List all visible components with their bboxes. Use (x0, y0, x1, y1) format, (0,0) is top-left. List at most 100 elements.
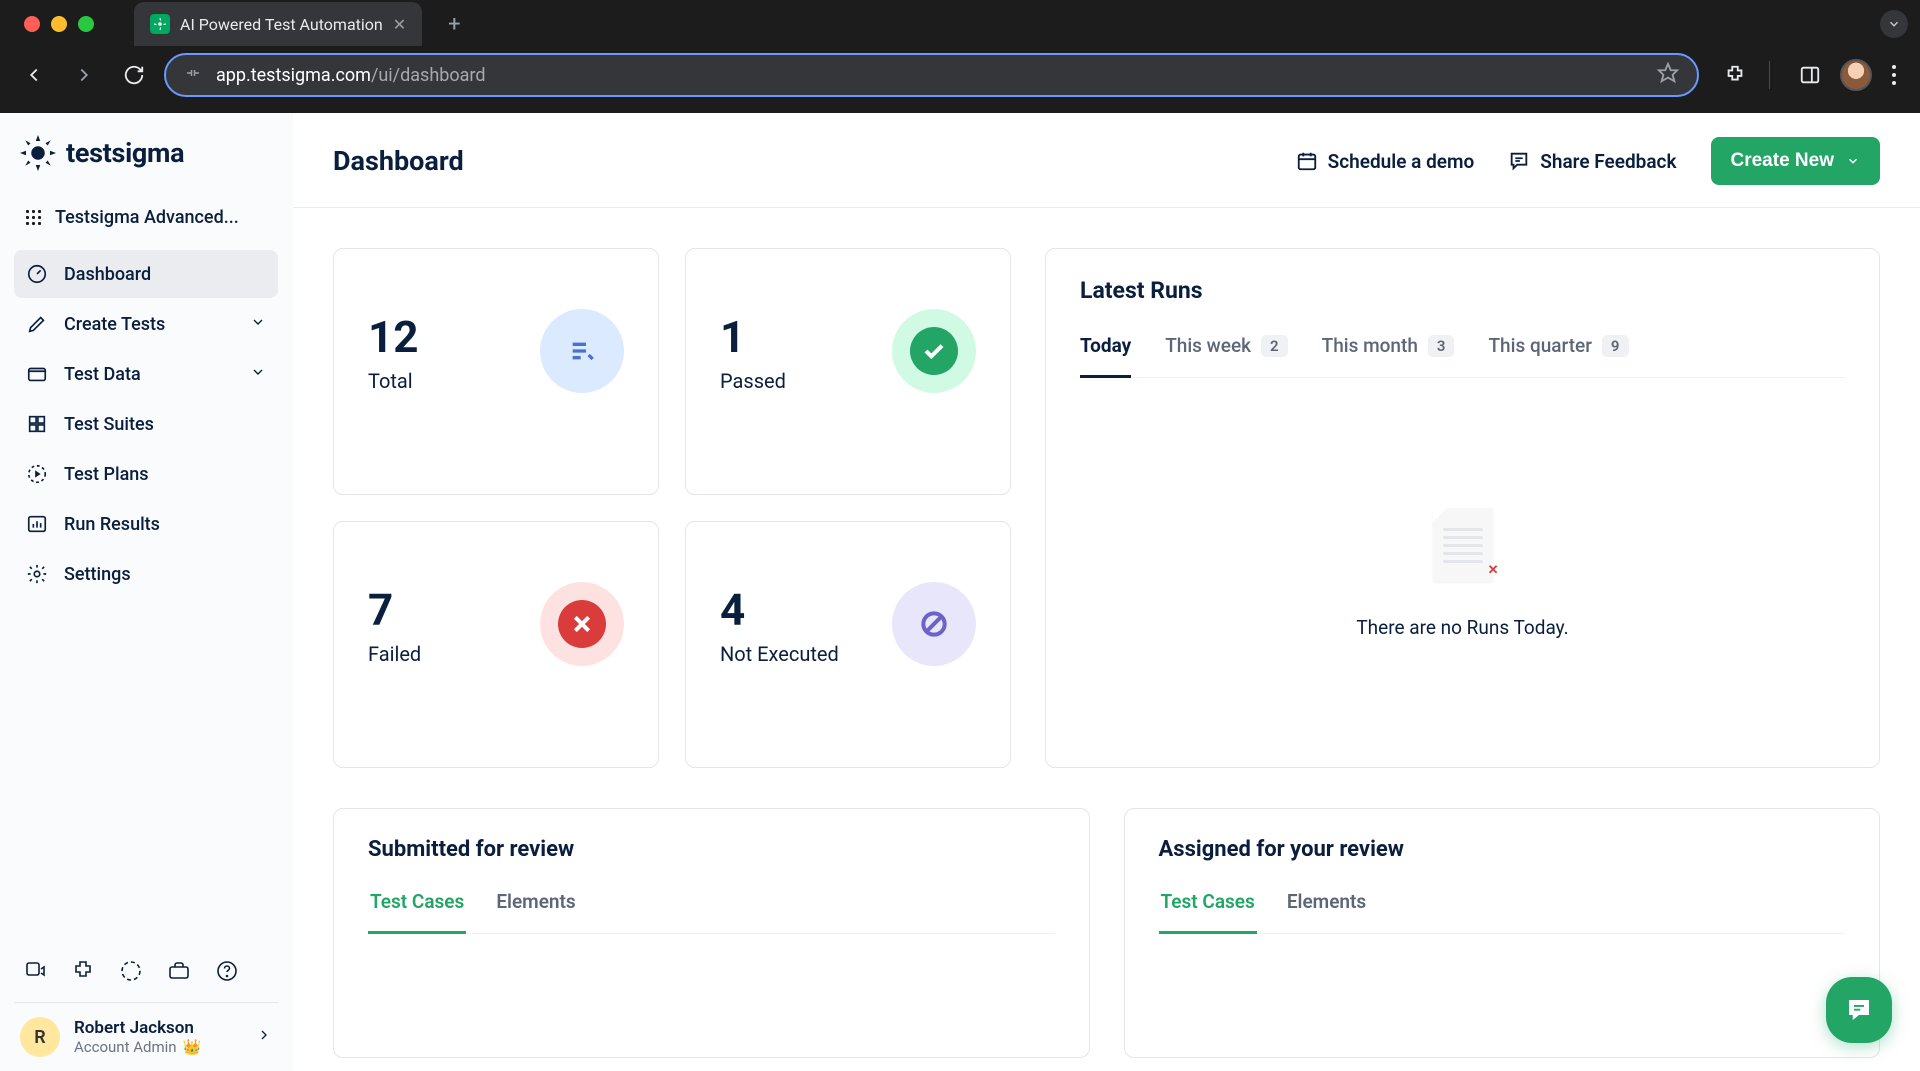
calendar-icon (1296, 150, 1318, 172)
empty-state: ✕ There are no Runs Today. (1080, 378, 1845, 739)
sidebar-item-test-suites[interactable]: Test Suites (14, 400, 278, 448)
nav-back[interactable] (14, 55, 54, 95)
check-circle-icon (892, 309, 976, 393)
empty-state-text: There are no Runs Today. (1356, 616, 1568, 639)
profile-avatar[interactable] (1840, 59, 1872, 91)
tab-elements[interactable]: Elements (494, 890, 577, 934)
latest-runs-tabs: Today This week 2 This month 3 This quar… (1080, 334, 1845, 378)
panel-tabs: Test Cases Elements (1159, 890, 1846, 934)
latest-runs-title: Latest Runs (1080, 277, 1845, 304)
sidebar-item-dashboard[interactable]: Dashboard (14, 250, 278, 298)
user-info: Robert Jackson Account Admin👑 (74, 1018, 201, 1056)
stat-value: 12 (368, 311, 419, 363)
panel-title: Submitted for review (368, 837, 1055, 862)
tab-close-icon[interactable]: ✕ (393, 15, 406, 34)
schedule-demo-button[interactable]: Schedule a demo (1296, 150, 1475, 173)
chat-icon (1844, 995, 1874, 1025)
activity-icon[interactable] (118, 958, 144, 984)
tab-this-week[interactable]: This week 2 (1165, 334, 1287, 378)
sidebar-item-label: Create Tests (64, 314, 165, 335)
stat-card-passed[interactable]: 1 Passed (685, 248, 1011, 495)
stat-label: Not Executed (720, 642, 839, 666)
feedback-icon (1508, 150, 1530, 172)
sidebar-item-settings[interactable]: Settings (14, 550, 278, 598)
logo-text: testsigma (66, 137, 184, 169)
x-circle-icon (540, 582, 624, 666)
assigned-review-panel: Assigned for your review Test Cases Elem… (1124, 808, 1881, 1058)
sidebar-item-label: Test Data (64, 364, 141, 385)
tab-badge: 3 (1428, 335, 1455, 357)
stat-card-not-executed[interactable]: 4 Not Executed (685, 521, 1011, 768)
tab-this-quarter[interactable]: This quarter 9 (1488, 334, 1628, 378)
tab-this-month[interactable]: This month 3 (1322, 334, 1455, 378)
logo[interactable]: testsigma (14, 131, 278, 181)
user-menu[interactable]: R Robert Jackson Account Admin👑 (14, 1003, 278, 1061)
window-minimize[interactable] (51, 16, 67, 32)
stat-grid: 12 Total 1 Passed (333, 248, 1011, 768)
tab-label: This week (1165, 334, 1251, 357)
nav-forward[interactable] (64, 55, 104, 95)
sidebar-item-test-plans[interactable]: Test Plans (14, 450, 278, 498)
pencil-icon (26, 313, 48, 335)
browser-chrome: AI Powered Test Automation ✕ + app.tests… (0, 0, 1920, 113)
main: Dashboard Schedule a demo Share Feedback… (293, 113, 1920, 1071)
submitted-review-panel: Submitted for review Test Cases Elements (333, 808, 1090, 1058)
browser-tab[interactable]: AI Powered Test Automation ✕ (134, 2, 422, 46)
nav-reload[interactable] (114, 55, 154, 95)
window-close[interactable] (24, 16, 40, 32)
traffic-lights (12, 16, 106, 32)
bookmark-icon[interactable] (1657, 62, 1679, 88)
sidebar-nav: Dashboard Create Tests Test Data Test Su… (14, 250, 278, 598)
content: 12 Total 1 Passed (293, 208, 1920, 1071)
tab-bar: AI Powered Test Automation ✕ + (0, 0, 1920, 48)
extension-icon[interactable] (70, 958, 96, 984)
block-icon (892, 582, 976, 666)
create-new-button[interactable]: Create New (1711, 137, 1881, 185)
toolbox-icon[interactable] (166, 958, 192, 984)
panel-tabs: Test Cases Elements (368, 890, 1055, 934)
tab-badge: 2 (1261, 335, 1288, 357)
side-panel-icon[interactable] (1790, 55, 1830, 95)
sidebar-item-run-results[interactable]: Run Results (14, 500, 278, 548)
stat-card-total[interactable]: 12 Total (333, 248, 659, 495)
stat-value: 4 (720, 584, 839, 636)
new-tab-button[interactable]: + (430, 12, 478, 37)
sidebar-item-label: Run Results (64, 514, 160, 535)
browser-menu[interactable] (1882, 65, 1906, 85)
help-icon[interactable] (214, 958, 240, 984)
user-name: Robert Jackson (74, 1018, 201, 1038)
chat-widget[interactable] (1826, 977, 1892, 1043)
play-circle-icon (26, 463, 48, 485)
chevron-down-icon (250, 364, 266, 385)
chevron-right-icon (256, 1027, 272, 1047)
tab-elements[interactable]: Elements (1285, 890, 1368, 934)
bottom-icon-row (14, 946, 278, 1003)
sidebar-item-label: Settings (64, 564, 131, 585)
tab-test-cases[interactable]: Test Cases (1159, 890, 1257, 934)
tab-label: This month (1322, 334, 1418, 357)
topbar: Dashboard Schedule a demo Share Feedback… (293, 113, 1920, 208)
user-role: Account Admin👑 (74, 1038, 201, 1056)
crown-icon: 👑 (183, 1038, 202, 1056)
project-selector[interactable]: Testsigma Advanced... (14, 191, 278, 244)
gear-icon (26, 563, 48, 585)
sidebar: testsigma Testsigma Advanced... Dashboar… (0, 113, 293, 1071)
stat-label: Passed (720, 369, 786, 393)
address-bar[interactable]: app.testsigma.com/ui/dashboard (164, 53, 1699, 97)
ai-assist-icon[interactable] (22, 958, 48, 984)
tab-test-cases[interactable]: Test Cases (368, 890, 466, 934)
tab-list-button[interactable] (1880, 10, 1908, 38)
review-row: Submitted for review Test Cases Elements… (333, 808, 1880, 1058)
sidebar-bottom: R Robert Jackson Account Admin👑 (14, 946, 278, 1061)
sidebar-item-test-data[interactable]: Test Data (14, 350, 278, 398)
sidebar-item-create-tests[interactable]: Create Tests (14, 300, 278, 348)
tab-label: Today (1080, 334, 1131, 357)
folder-icon (26, 363, 48, 385)
extensions-icon[interactable] (1715, 55, 1755, 95)
stat-card-failed[interactable]: 7 Failed (333, 521, 659, 768)
tab-today[interactable]: Today (1080, 334, 1131, 378)
share-feedback-button[interactable]: Share Feedback (1508, 150, 1676, 173)
site-info-icon[interactable] (184, 64, 202, 87)
apps-icon (26, 210, 41, 225)
window-maximize[interactable] (78, 16, 94, 32)
